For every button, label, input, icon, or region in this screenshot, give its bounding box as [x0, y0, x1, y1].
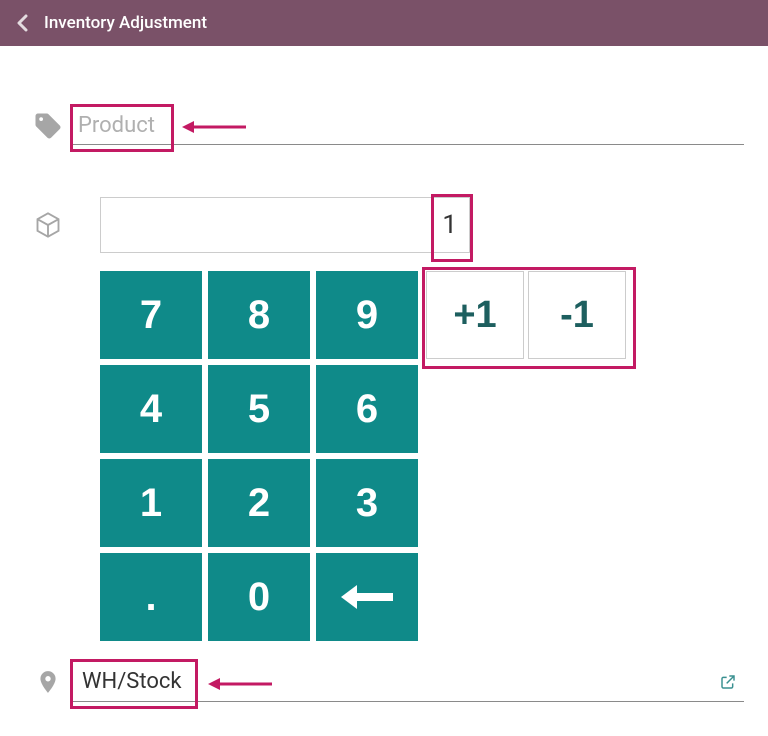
adjust-buttons: +1 -1	[426, 271, 626, 641]
annotation-arrow-icon	[206, 675, 274, 693]
decrement-button[interactable]: -1	[528, 271, 626, 359]
key-6[interactable]: 6	[316, 365, 418, 453]
tag-icon	[24, 111, 72, 141]
back-button[interactable]	[10, 11, 34, 35]
key-5[interactable]: 5	[208, 365, 310, 453]
increment-button[interactable]: +1	[426, 271, 524, 359]
key-dot[interactable]: .	[100, 553, 202, 641]
annotation-arrow-icon	[180, 118, 248, 136]
content: Product 1 7 8 9 4 5 6 1 2 3 .	[0, 46, 768, 722]
app-header: Inventory Adjustment	[0, 0, 768, 46]
key-3[interactable]: 3	[316, 459, 418, 547]
key-1[interactable]: 1	[100, 459, 202, 547]
location-value: WH/Stock	[82, 669, 182, 694]
external-link-icon[interactable]	[720, 671, 736, 696]
location-input[interactable]: WH/Stock	[72, 661, 744, 702]
quantity-input[interactable]: 1	[100, 197, 470, 253]
chevron-left-icon	[17, 14, 28, 32]
key-2[interactable]: 2	[208, 459, 310, 547]
product-row: Product	[24, 106, 744, 145]
page-title: Inventory Adjustment	[44, 13, 207, 33]
key-7[interactable]: 7	[100, 271, 202, 359]
backspace-arrow-icon	[339, 583, 395, 611]
key-backspace[interactable]	[316, 553, 418, 641]
location-pin-icon	[24, 667, 72, 697]
cube-icon	[24, 211, 72, 239]
numpad: 7 8 9 4 5 6 1 2 3 . 0	[100, 271, 418, 641]
keypad-row: 7 8 9 4 5 6 1 2 3 . 0 +1 -1	[24, 271, 744, 641]
quantity-row: 1	[24, 197, 744, 253]
keypad-area: 7 8 9 4 5 6 1 2 3 . 0 +1 -1	[100, 271, 626, 641]
quantity-value: 1	[442, 210, 457, 240]
product-input[interactable]: Product	[72, 106, 744, 145]
location-row: WH/Stock	[24, 661, 744, 702]
product-placeholder: Product	[78, 113, 155, 138]
key-0[interactable]: 0	[208, 553, 310, 641]
key-8[interactable]: 8	[208, 271, 310, 359]
key-9[interactable]: 9	[316, 271, 418, 359]
key-4[interactable]: 4	[100, 365, 202, 453]
